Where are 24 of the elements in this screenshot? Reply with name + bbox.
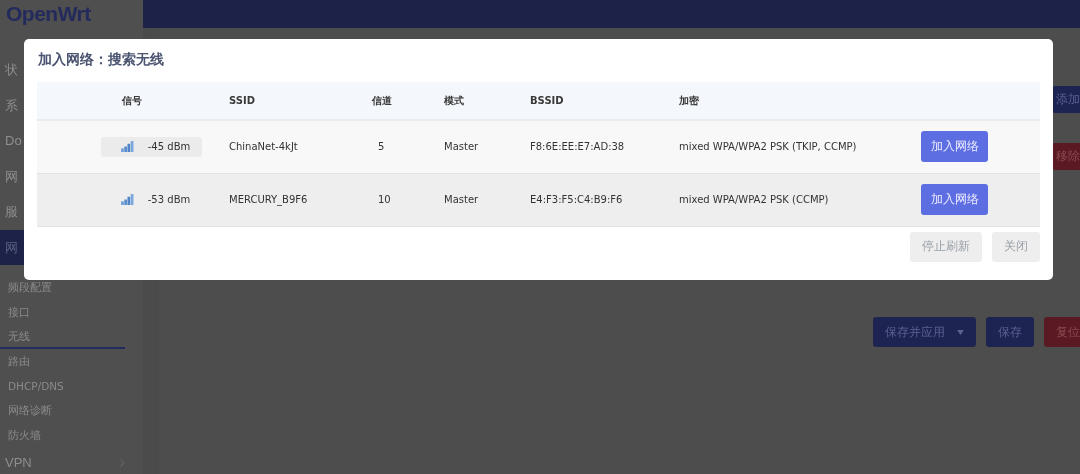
ssid-text: MERCURY_B9F6 [229, 194, 308, 205]
dialog-title: 加入网络：搜索无线 [37, 50, 165, 69]
mode-text: Master [444, 141, 479, 153]
encryption-text: mixed WPA/WPA2 PSK (CCMP) [679, 194, 829, 205]
mode-text: Master [444, 194, 479, 205]
bssid-text: F8:6E:EE:E7:AD:38 [530, 141, 625, 153]
encryption-text: mixed WPA/WPA2 PSK (TKIP, CCMP) [679, 141, 857, 153]
button[interactable]: 关闭 [992, 231, 1040, 262]
signal-strength: -45 dBm [147, 141, 191, 153]
signal-icon [120, 194, 134, 205]
signal-icon [120, 141, 134, 153]
sidebar-subitem[interactable]: DHCP/DNS [0, 373, 125, 399]
join-button[interactable]: 加入网络 [921, 184, 988, 215]
ssid-text: ChinaNet-4kJt [229, 141, 298, 153]
button[interactable]: 保存 [986, 317, 1034, 347]
button[interactable]: 保存并应用 [873, 317, 976, 347]
signal-strength: -53 dBm [147, 194, 191, 205]
button[interactable]: 停止刷新 [910, 231, 982, 262]
channel-text: 5 [378, 141, 385, 153]
bssid-text: E4:F3:F5:C4:B9:F6 [530, 194, 623, 205]
sidebar-item[interactable]: VPN [5, 447, 32, 474]
join-button[interactable]: 加入网络 [921, 131, 988, 163]
channel-text: 10 [378, 194, 391, 205]
caret-icon [957, 329, 964, 335]
